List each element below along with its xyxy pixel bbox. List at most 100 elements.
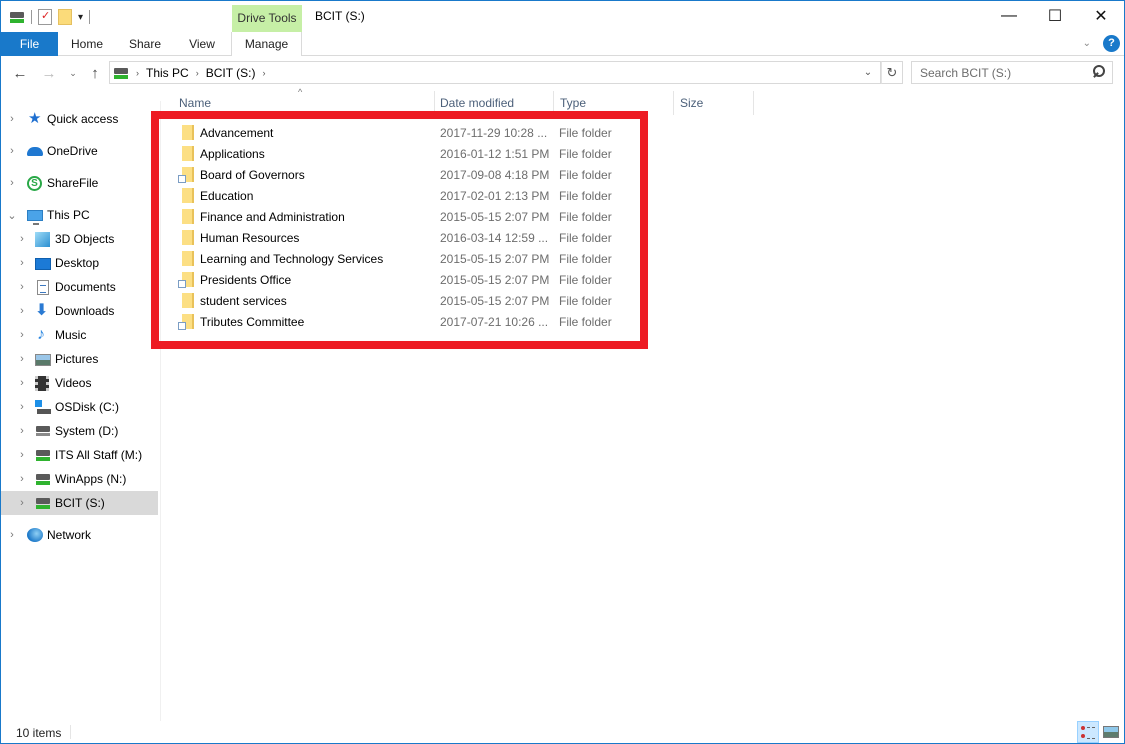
forward-button[interactable]: → [39,63,59,83]
recent-locations-button[interactable]: ⌄ [63,63,83,83]
tab-share[interactable]: Share [116,32,174,56]
tab-view[interactable]: View [174,32,230,56]
sidebar-item-osdisk[interactable]: › OSDisk (C:) [1,396,158,418]
toolbar-separator [31,10,32,24]
date-modified: 2017-11-29 10:28 ... [440,125,548,140]
expand-ribbon-icon[interactable]: ⌄ [1083,38,1091,49]
refresh-button[interactable]: ↻ [881,61,903,84]
sidebar-item-music[interactable]: › ♪ Music [1,324,158,346]
expand-chevron-icon[interactable]: › [7,177,17,189]
file-name: Human Resources [200,230,300,245]
sidebar-item-downloads[interactable]: › ⬇ Downloads [1,300,158,322]
column-divider[interactable] [673,91,674,115]
column-header-type[interactable]: Type [560,96,586,110]
file-type: File folder [559,188,612,203]
column-header-date-modified[interactable]: Date modified [440,96,514,110]
maximize-button[interactable]: ☐ [1032,1,1078,31]
tab-file[interactable]: File [1,32,58,56]
expand-chevron-icon[interactable]: › [7,113,17,125]
expand-chevron-icon[interactable]: › [17,401,27,413]
breadcrumb-this-pc[interactable]: This PC [146,66,189,80]
sidebar-item-winapps[interactable]: › WinApps (N:) [1,468,158,490]
status-separator [70,725,71,739]
sidebar-item-3d-objects[interactable]: › 3D Objects [1,228,158,250]
network-drive-icon[interactable] [9,9,25,25]
new-folder-icon[interactable] [58,9,72,25]
column-divider[interactable] [553,91,554,115]
date-modified: 2015-05-15 2:07 PM [440,251,550,266]
item-count: 10 items [16,726,62,740]
expand-chevron-icon[interactable]: › [17,473,27,485]
expand-chevron-icon[interactable]: › [17,329,27,341]
tab-manage[interactable]: Manage [231,32,302,56]
expand-chevron-icon[interactable]: › [17,449,27,461]
expand-chevron-icon[interactable]: › [7,145,17,157]
sidebar-item-label: Documents [55,280,116,294]
quick-access-star-icon: ★ [28,110,42,127]
address-bar[interactable]: › This PC › BCIT (S:) › ⌄ [109,61,881,84]
sidebar-item-label: Quick access [47,112,119,126]
column-header-name[interactable]: Name [179,96,211,110]
onedrive-cloud-icon [27,143,43,159]
column-divider[interactable] [434,91,435,115]
tab-home[interactable]: Home [58,32,116,56]
breadcrumb-separator[interactable]: › [136,68,139,78]
breadcrumb-bcit[interactable]: BCIT (S:) [206,66,256,80]
minimize-button[interactable]: — [986,1,1032,31]
sidebar-item-bcit[interactable]: › BCIT (S:) [1,491,158,515]
sidebar-item-onedrive[interactable]: › OneDrive [1,140,158,162]
table-row[interactable]: Human Resources 2016-03-14 12:59 ... Fil… [161,227,761,248]
sidebar-item-system[interactable]: › System (D:) [1,420,158,442]
column-header-size[interactable]: Size [680,96,703,110]
expand-chevron-icon[interactable]: › [17,353,27,365]
expand-chevron-icon[interactable]: › [17,497,27,509]
os-disk-icon [35,399,51,415]
table-row[interactable]: Education 2017-02-01 2:13 PM File folder [161,185,761,206]
properties-icon[interactable] [38,9,52,25]
up-button[interactable]: ↑ [85,63,105,83]
sidebar-item-pictures[interactable]: › Pictures [1,348,158,370]
address-dropdown-icon[interactable]: ⌄ [856,62,880,83]
expand-chevron-icon[interactable]: › [17,233,27,245]
search-icon[interactable] [1091,65,1105,79]
search-input[interactable] [912,65,1082,80]
sidebar-item-desktop[interactable]: › Desktop [1,252,158,274]
date-modified: 2017-09-08 4:18 PM [440,167,550,182]
expand-chevron-icon[interactable]: › [17,425,27,437]
table-row[interactable]: Learning and Technology Services 2015-05… [161,248,761,269]
sidebar-item-network[interactable]: › Network [1,524,158,546]
expand-chevron-icon[interactable]: › [17,377,27,389]
table-row[interactable]: Applications 2016-01-12 1:51 PM File fol… [161,143,761,164]
details-view-button[interactable] [1077,721,1099,743]
breadcrumb-separator[interactable]: › [196,68,199,78]
sidebar-item-quick-access[interactable]: › ★ Quick access [1,108,158,130]
column-divider[interactable] [753,91,754,115]
large-icons-view-button[interactable] [1100,721,1122,743]
sidebar-item-label: Downloads [55,304,115,318]
expand-chevron-icon[interactable]: › [17,281,27,293]
expand-chevron-icon[interactable]: › [17,305,27,317]
local-drive-icon [35,423,51,439]
search-box[interactable] [911,61,1113,84]
expand-chevron-icon[interactable]: › [7,529,17,541]
table-row[interactable]: Presidents Office 2015-05-15 2:07 PM Fil… [161,269,761,290]
sidebar-item-videos[interactable]: › Videos [1,372,158,394]
file-type: File folder [559,314,612,329]
collapse-chevron-icon[interactable]: ⌄ [7,209,17,222]
table-row[interactable]: Tributes Committee 2017-07-21 10:26 ... … [161,311,761,332]
table-row[interactable]: Advancement 2017-11-29 10:28 ... File fo… [161,122,761,143]
breadcrumb-separator[interactable]: › [262,68,265,78]
sidebar-item-its-all-staff[interactable]: › ITS All Staff (M:) [1,444,158,466]
sidebar-item-this-pc[interactable]: ⌄ This PC [1,204,158,226]
customize-dropdown-icon[interactable]: ▾ [78,12,83,23]
sidebar-item-documents[interactable]: › Documents [1,276,158,298]
table-row[interactable]: student services 2015-05-15 2:07 PM File… [161,290,761,311]
expand-chevron-icon[interactable]: › [17,257,27,269]
close-button[interactable]: ✕ [1078,1,1124,31]
sidebar-item-sharefile[interactable]: › S ShareFile [1,172,158,194]
back-button[interactable]: ← [10,63,30,83]
table-row[interactable]: Board of Governors 2017-09-08 4:18 PM Fi… [161,164,761,185]
table-row[interactable]: Finance and Administration 2015-05-15 2:… [161,206,761,227]
help-icon[interactable]: ? [1103,35,1120,52]
sidebar-item-label: OSDisk (C:) [55,400,119,414]
